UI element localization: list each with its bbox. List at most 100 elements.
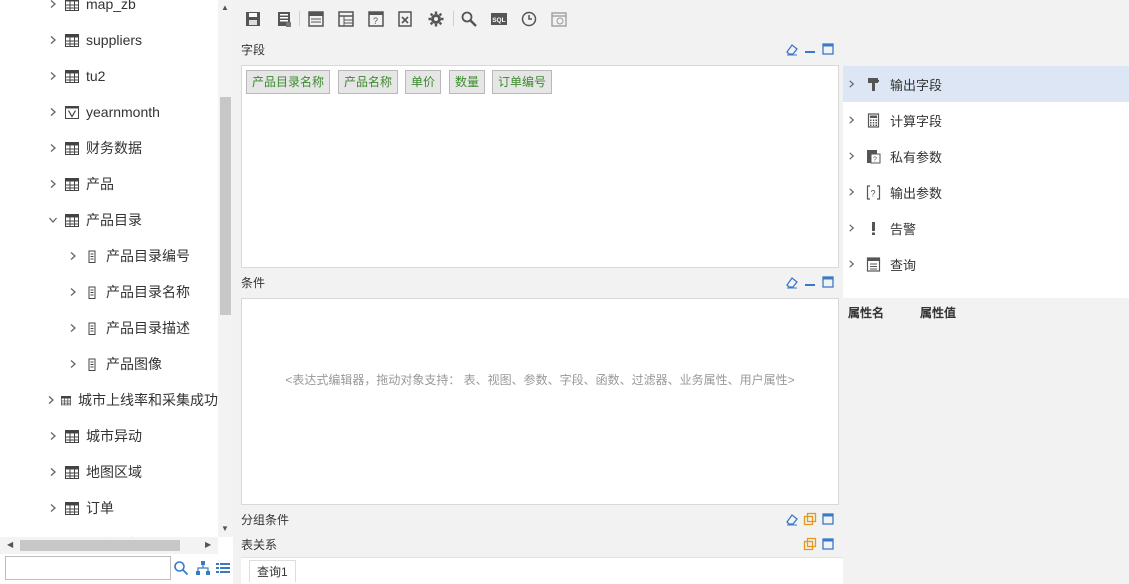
option-item[interactable]: ? 私有参数 <box>843 138 1129 174</box>
excel-export-icon[interactable] <box>395 9 414 28</box>
tree-item-label: 订单 <box>86 500 114 516</box>
maximize-icon[interactable] <box>821 512 835 526</box>
fields-drop-panel[interactable]: 产品目录名称 产品名称 单价 数量 订单编号 <box>241 65 839 268</box>
field-chip[interactable]: 单价 <box>405 70 442 94</box>
maximize-icon[interactable] <box>821 42 835 56</box>
condition-expression-editor[interactable]: <表达式编辑器，拖动对象支持： 表、视图、参数、字段、函数、过滤器、业务属性、用… <box>241 298 839 505</box>
tree-item[interactable]: map_zb <box>0 0 218 22</box>
chevron-right-icon[interactable] <box>46 393 56 407</box>
chevron-right-icon[interactable] <box>847 79 861 89</box>
minimize-icon[interactable] <box>803 275 817 289</box>
property-name-header: 属性名 <box>848 305 885 320</box>
chevron-right-icon[interactable] <box>66 285 80 299</box>
scroll-up-arrow-icon[interactable]: ▲ <box>221 3 229 12</box>
option-item[interactable]: ? 输出参数 <box>843 174 1129 210</box>
field-chip[interactable]: 数量 <box>449 70 486 94</box>
tab-query-1[interactable]: 查询1 <box>249 560 296 582</box>
group-section-tools <box>785 512 835 526</box>
search-icon[interactable] <box>173 560 189 576</box>
tree-item[interactable]: 城市异动 <box>0 418 218 454</box>
tree-vertical-scroll-thumb[interactable] <box>220 97 231 315</box>
chevron-right-icon[interactable] <box>847 151 861 161</box>
tree-item[interactable]: 产品目录 <box>0 202 218 238</box>
tree-horizontal-scrollbar[interactable]: ◀ ▶ <box>0 537 218 554</box>
layout-icon[interactable] <box>306 9 325 28</box>
condition-section-tools <box>785 275 835 289</box>
eraser-icon[interactable] <box>785 275 799 289</box>
restore-icon[interactable] <box>803 512 817 526</box>
parameter-icon[interactable]: ? <box>366 9 385 28</box>
tree-item[interactable]: 财务数据 <box>0 130 218 166</box>
chevron-right-icon[interactable] <box>847 187 861 197</box>
clock-icon[interactable] <box>519 9 538 28</box>
chevron-right-icon[interactable] <box>46 33 60 47</box>
maximize-icon[interactable] <box>821 275 835 289</box>
scroll-left-arrow-icon[interactable]: ◀ <box>7 540 13 549</box>
chevron-right-icon[interactable] <box>66 249 80 263</box>
field-chip[interactable]: 订单编号 <box>492 70 553 94</box>
option-item[interactable]: 告警 <box>843 210 1129 246</box>
chevron-right-icon[interactable] <box>46 177 60 191</box>
chevron-right-icon[interactable] <box>847 259 861 269</box>
chevron-right-icon[interactable] <box>46 501 60 515</box>
tree-item[interactable]: 产品目录名称 <box>0 274 218 310</box>
tree-item[interactable]: 订单明细 <box>0 526 218 537</box>
option-item-label: 计算字段 <box>890 113 943 129</box>
chevron-right-icon[interactable] <box>66 357 80 371</box>
chevron-right-icon[interactable] <box>46 69 60 83</box>
scroll-right-arrow-icon[interactable]: ▶ <box>205 540 211 549</box>
list-icon[interactable] <box>215 560 231 576</box>
eraser-icon[interactable] <box>785 512 799 526</box>
field-icon <box>85 250 99 263</box>
table-icon <box>65 33 79 47</box>
option-item-label: 私有参数 <box>890 149 943 165</box>
sql-icon[interactable]: SQL <box>489 9 508 28</box>
tree-item[interactable]: 城市上线率和采集成功 <box>0 382 218 418</box>
tree-item-label: suppliers <box>86 32 143 48</box>
tree-item[interactable]: 产品目录编号 <box>0 238 218 274</box>
table-layout-icon[interactable] <box>336 9 355 28</box>
chevron-right-icon[interactable] <box>46 105 60 119</box>
option-item[interactable]: 输出字段 <box>843 66 1129 102</box>
fields-section-tools <box>785 42 835 56</box>
minimize-icon[interactable] <box>803 42 817 56</box>
tree-search-input[interactable] <box>5 556 171 580</box>
chevron-right-icon[interactable] <box>46 141 60 155</box>
output-options-list: 输出字段计算字段 ? 私有参数? 输出参数 告警查询 <box>843 66 1129 298</box>
eraser-icon[interactable] <box>785 42 799 56</box>
tree-item[interactable]: 地图区域 <box>0 454 218 490</box>
tree-item[interactable]: yearnmonth <box>0 94 218 130</box>
restore-icon[interactable] <box>803 537 817 551</box>
tree-horizontal-scroll-thumb[interactable] <box>20 540 180 551</box>
chevron-right-icon[interactable] <box>46 429 60 443</box>
tree-item[interactable]: tu2 <box>0 58 218 94</box>
field-chip[interactable]: 产品目录名称 <box>246 70 331 94</box>
search-icon[interactable] <box>459 9 478 28</box>
field-chip[interactable]: 产品名称 <box>338 70 399 94</box>
tree-item[interactable]: 产品图像 <box>0 346 218 382</box>
chevron-down-icon[interactable] <box>46 213 60 227</box>
option-item[interactable]: 查询 <box>843 246 1129 282</box>
settings-gear-icon[interactable] <box>426 9 445 28</box>
chevron-right-icon[interactable] <box>847 223 861 233</box>
tree-item[interactable]: 订单 <box>0 490 218 526</box>
relation-section-title: 表关系 <box>241 537 278 552</box>
save-as-icon[interactable] <box>274 9 293 28</box>
chevron-right-icon[interactable] <box>66 321 80 335</box>
chevron-right-icon[interactable] <box>847 115 861 125</box>
option-item-label: 查询 <box>890 257 917 273</box>
tree-structure-icon[interactable] <box>195 560 211 576</box>
option-item[interactable]: 计算字段 <box>843 102 1129 138</box>
tree-item[interactable]: 产品 <box>0 166 218 202</box>
tree-item[interactable]: 产品目录描述 <box>0 310 218 346</box>
chevron-right-icon[interactable] <box>46 465 60 479</box>
chevron-right-icon[interactable] <box>46 0 60 11</box>
maximize-icon[interactable] <box>821 537 835 551</box>
schedule-icon[interactable] <box>549 9 568 28</box>
alert-icon <box>865 220 881 236</box>
scroll-down-arrow-icon[interactable]: ▼ <box>221 524 229 533</box>
tree-vertical-scrollbar[interactable]: ▲ ▼ <box>218 0 233 537</box>
toolbar-separator <box>299 11 300 26</box>
save-icon[interactable] <box>243 9 262 28</box>
tree-item[interactable]: suppliers <box>0 22 218 58</box>
